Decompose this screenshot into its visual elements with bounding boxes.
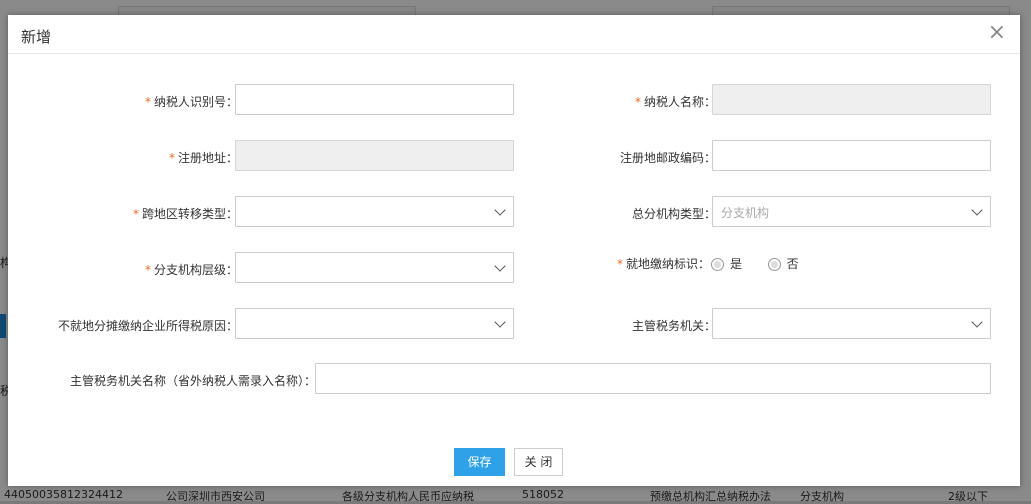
tax-authority-name-label: 主管税务机关名称（省外纳税人需录入名称）： bbox=[69, 374, 316, 388]
org-type-value: 分支机构 bbox=[721, 206, 770, 220]
chevron-down-icon bbox=[494, 204, 506, 216]
required-mark: * bbox=[616, 257, 623, 271]
not-local-reason-select[interactable] bbox=[235, 308, 514, 339]
org-type-label: 总分机构类型： bbox=[631, 207, 716, 221]
not-local-reason-label: 不就地分摊缴纳企业所得税原因： bbox=[57, 319, 238, 333]
reg-postcode-label: 注册地邮政编码： bbox=[619, 151, 716, 165]
branch-level-label: * 分支机构层级： bbox=[144, 263, 238, 277]
close-icon[interactable]: × bbox=[988, 22, 1006, 44]
reg-address-label: * 注册地址： bbox=[168, 151, 238, 165]
required-mark: * bbox=[634, 95, 641, 109]
tax-authority-name-input[interactable] bbox=[315, 363, 991, 394]
reg-postcode-input[interactable] bbox=[712, 140, 991, 171]
taxpayer-id-label: * 纳税人识别号： bbox=[144, 95, 238, 109]
radio-yes-label: 是 bbox=[730, 257, 743, 271]
chevron-down-icon bbox=[971, 316, 983, 328]
cross-region-type-label: * 跨地区转移类型： bbox=[132, 207, 238, 221]
chevron-down-icon bbox=[494, 316, 506, 328]
taxpayer-id-input[interactable] bbox=[235, 84, 514, 115]
dialog-header: 新增 × bbox=[8, 15, 1020, 54]
required-mark: * bbox=[168, 151, 175, 165]
add-dialog: 新增 × * 纳税人识别号： * 纳税人名称： * 注册地址： 注册地邮政编码： * 跨… bbox=[8, 15, 1020, 486]
branch-level-select[interactable] bbox=[235, 252, 514, 283]
save-button[interactable]: 保存 bbox=[454, 448, 505, 476]
chevron-down-icon bbox=[971, 204, 983, 216]
required-mark: * bbox=[144, 95, 151, 109]
radio-no-label: 否 bbox=[786, 257, 799, 271]
taxpayer-name-input[interactable] bbox=[712, 84, 991, 115]
local-payment-radio-group: 是 否 bbox=[711, 255, 799, 272]
chevron-down-icon bbox=[494, 260, 506, 272]
reg-address-input[interactable] bbox=[235, 140, 514, 171]
radio-no[interactable] bbox=[767, 258, 781, 271]
close-button[interactable]: 关 闭 bbox=[514, 448, 563, 476]
taxpayer-name-label: * 纳税人名称： bbox=[634, 95, 716, 109]
dialog-title: 新增 bbox=[21, 28, 52, 46]
radio-yes[interactable] bbox=[711, 258, 724, 271]
tax-authority-label: 主管税务机关： bbox=[631, 319, 716, 333]
required-mark: * bbox=[132, 207, 139, 221]
cross-region-type-select[interactable] bbox=[235, 196, 514, 227]
tax-authority-select[interactable] bbox=[712, 308, 991, 339]
local-payment-flag-label: * 就地缴纳标识： bbox=[616, 257, 710, 271]
org-type-select[interactable]: 分支机构 bbox=[712, 196, 991, 227]
required-mark: * bbox=[144, 263, 151, 277]
